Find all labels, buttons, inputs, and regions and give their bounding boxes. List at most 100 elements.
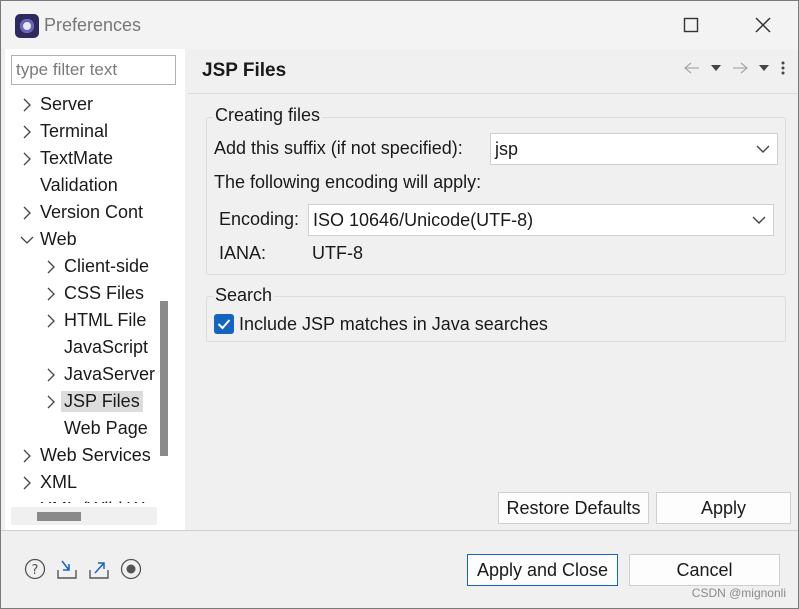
window-title: Preferences xyxy=(44,15,142,35)
tree-item-label: Web Page xyxy=(64,418,148,438)
import-icon[interactable] xyxy=(55,557,79,581)
help-icon[interactable]: ? xyxy=(23,557,47,581)
preference-navigation-pane: Server Terminal TextMate Validation Version … xyxy=(5,49,185,530)
maximize-icon xyxy=(683,17,699,33)
include-jsp-checkbox[interactable] xyxy=(214,314,234,334)
encoding-value: ISO 10646/Unicode(UTF-8) xyxy=(313,209,534,230)
tree-item[interactable]: JavaServer xyxy=(41,361,157,388)
tree-item[interactable]: JavaScript xyxy=(41,334,151,361)
page-navigation xyxy=(682,59,788,77)
chevron-right-icon[interactable] xyxy=(17,199,37,226)
close-icon xyxy=(755,17,771,33)
tree-item-label: JavaServer xyxy=(64,364,156,384)
horizontal-scroll-thumb[interactable] xyxy=(37,512,81,521)
tree-item[interactable]: Web Page xyxy=(41,415,151,442)
footer-icons: ? xyxy=(23,557,143,581)
chevron-right-icon[interactable] xyxy=(41,307,61,334)
restore-defaults-button[interactable]: Restore Defaults xyxy=(498,492,649,524)
encoding-combo[interactable]: ISO 10646/Unicode(UTF-8) xyxy=(308,204,774,236)
apply-and-close-button[interactable]: Apply and Close xyxy=(467,554,618,586)
tree-item-label: HTML File xyxy=(64,310,147,330)
tree-item-label: Server xyxy=(40,94,94,114)
vertical-scroll-thumb[interactable] xyxy=(160,301,168,456)
filter-input[interactable] xyxy=(11,55,176,85)
chevron-right-icon[interactable] xyxy=(17,145,37,172)
suffix-combo[interactable]: jsp xyxy=(490,133,778,165)
chevron-down-icon[interactable] xyxy=(17,226,37,253)
forward-dropdown-icon[interactable] xyxy=(754,59,774,77)
tree-item[interactable]: HTML File xyxy=(41,307,149,334)
preferences-window: Preferences Server Terminal TextMate Valida… xyxy=(0,0,799,609)
iana-value: UTF-8 xyxy=(312,243,363,263)
tree-item[interactable]: XML xyxy=(17,469,80,496)
tree-item-label: Web Services xyxy=(40,445,151,465)
apply-button[interactable]: Apply xyxy=(656,492,791,524)
page-title: JSP Files xyxy=(202,60,287,81)
tree-item-label: CSS Files xyxy=(64,283,145,303)
tree-item-label: XML xyxy=(40,472,78,492)
tree-item[interactable]: Client-side xyxy=(41,253,152,280)
tree-vertical-scrollbar[interactable] xyxy=(157,91,171,503)
chevron-right-icon[interactable] xyxy=(17,91,37,118)
tree-item[interactable]: Validation xyxy=(17,172,121,199)
tree-item[interactable]: Web xyxy=(17,226,80,253)
chevron-down-icon xyxy=(749,145,777,153)
tree-item-label: Terminal xyxy=(40,121,109,141)
tree-item-label: JSP Files xyxy=(61,391,143,412)
tree-item-label: Web xyxy=(40,229,77,249)
suffix-value: jsp xyxy=(495,138,519,159)
footer-separator xyxy=(1,530,798,531)
back-dropdown-icon[interactable] xyxy=(706,59,726,77)
tree-item[interactable]: Version Cont xyxy=(17,199,146,226)
iana-label: IANA: xyxy=(219,243,267,263)
record-icon[interactable] xyxy=(119,557,143,581)
chevron-right-icon[interactable] xyxy=(17,442,37,469)
title-separator xyxy=(188,93,798,94)
svg-text:?: ? xyxy=(32,563,39,578)
chevron-right-icon[interactable] xyxy=(41,280,61,307)
suffix-label: Add this suffix (if not specified): xyxy=(214,138,463,158)
encoding-intro-label: The following encoding will apply: xyxy=(214,172,482,192)
title-bar: Preferences xyxy=(1,1,798,49)
tree-item-label: JavaScript xyxy=(64,337,149,357)
search-title: Search xyxy=(213,285,275,306)
watermark: CSDN @mignonli xyxy=(691,586,786,600)
chevron-right-icon[interactable] xyxy=(17,118,37,145)
cancel-button[interactable]: Cancel xyxy=(629,554,780,586)
preference-page: JSP Files Creating files Add this suffix… xyxy=(188,49,798,530)
tree-item[interactable]: TextMate xyxy=(17,145,116,172)
tree-item-label: Validation xyxy=(40,175,118,195)
eclipse-icon xyxy=(15,14,39,38)
chevron-right-icon[interactable] xyxy=(17,496,37,503)
close-button[interactable] xyxy=(752,13,774,37)
include-jsp-label[interactable]: Include JSP matches in Java searches xyxy=(239,314,548,335)
export-icon[interactable] xyxy=(87,557,111,581)
chevron-right-icon[interactable] xyxy=(41,361,61,388)
maximize-button[interactable] xyxy=(680,13,702,37)
creating-files-title: Creating files xyxy=(213,105,323,126)
checkmark-icon xyxy=(217,319,231,330)
tree-item[interactable]: Server xyxy=(17,91,96,118)
forward-arrow-icon[interactable] xyxy=(730,59,750,77)
view-menu-icon[interactable] xyxy=(778,59,788,77)
chevron-right-icon[interactable] xyxy=(41,253,61,280)
tree-item[interactable]: CSS Files xyxy=(41,280,147,307)
tree-item[interactable]: Web Services xyxy=(17,442,154,469)
tree-item[interactable]: Terminal xyxy=(17,118,111,145)
tree-item[interactable]: JSP Files xyxy=(41,388,143,415)
tree-horizontal-scrollbar[interactable] xyxy=(11,507,157,525)
chevron-right-icon[interactable] xyxy=(41,388,61,415)
tree-item-label: Client-side xyxy=(64,256,150,276)
chevron-right-icon[interactable] xyxy=(17,469,37,496)
tree-item-label: Version Cont xyxy=(40,202,144,222)
tree-item[interactable]: XML (Wild W xyxy=(17,496,147,503)
tree-item-label: TextMate xyxy=(40,148,114,168)
chevron-down-icon xyxy=(745,216,773,224)
back-arrow-icon[interactable] xyxy=(682,59,702,77)
tree-item-label: XML (Wild W xyxy=(37,499,147,503)
encoding-label: Encoding: xyxy=(219,209,300,229)
preference-tree: Server Terminal TextMate Validation Version … xyxy=(5,91,157,503)
